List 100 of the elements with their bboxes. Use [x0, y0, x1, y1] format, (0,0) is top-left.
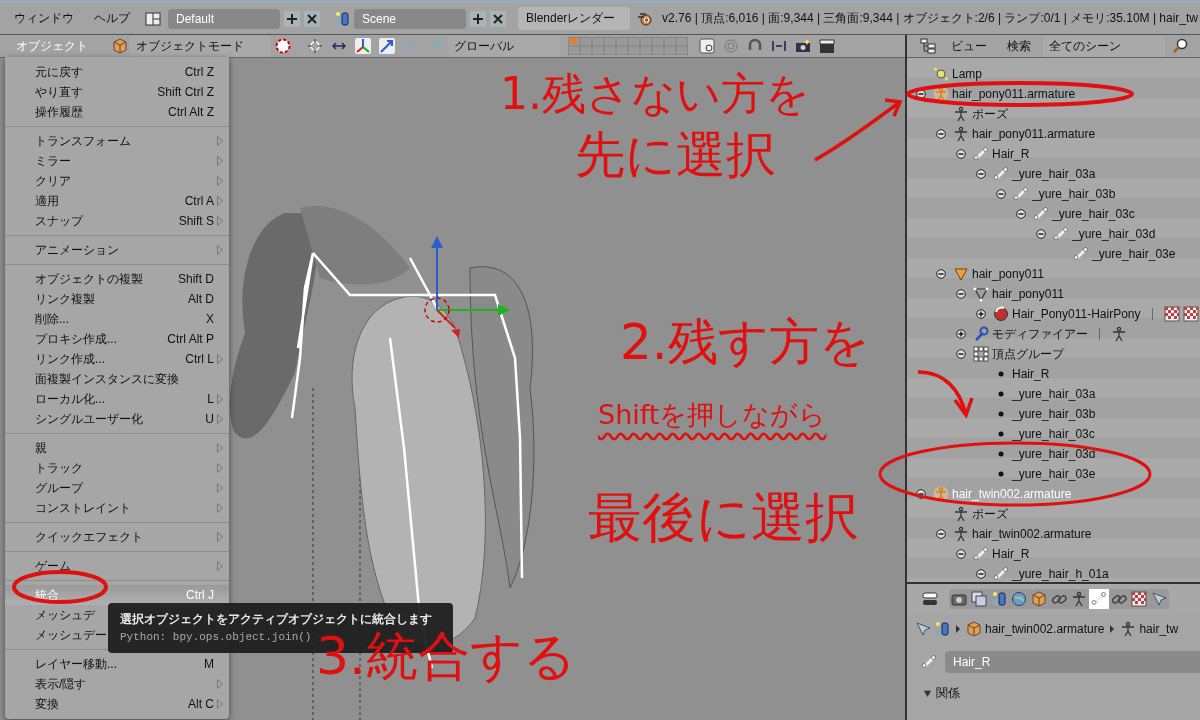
expand-icon[interactable] — [956, 329, 966, 339]
outliner-item[interactable]: Lamp — [952, 67, 983, 81]
menu-item[interactable]: レイヤー移動... M — [5, 654, 229, 674]
orientation-dropdown[interactable]: グローバル — [448, 35, 560, 57]
menu-item[interactable]: 操作履歴 Ctrl Alt Z — [5, 102, 229, 122]
collapse-icon[interactable] — [1016, 209, 1026, 219]
outliner-item[interactable]: _yure_hair_03c — [1012, 427, 1095, 441]
collapse-icon[interactable] — [976, 569, 986, 579]
menu-item[interactable]: オブジェクトの複製 Shift D — [5, 269, 229, 289]
menu-item[interactable]: 面複製インスタンスに変換 — [5, 369, 229, 389]
display-mode-dropdown[interactable]: 全てのシーン — [1043, 35, 1165, 57]
collapse-icon[interactable] — [916, 489, 926, 499]
menu-item[interactable]: 親 — [5, 438, 229, 458]
menu-item[interactable]: トランスフォーム — [5, 131, 229, 151]
menu-item[interactable]: ローカル化... L — [5, 389, 229, 409]
menu-item[interactable]: アニメーション — [5, 240, 229, 260]
menu-item[interactable]: グループ — [5, 478, 229, 498]
menu-item[interactable]: クリア — [5, 171, 229, 191]
collapse-icon[interactable] — [916, 89, 926, 99]
menu-item[interactable]: 検索 — [999, 37, 1039, 55]
outliner-item[interactable]: _yure_hair_03d — [1072, 227, 1156, 241]
collapse-icon[interactable] — [936, 529, 946, 539]
layout-field[interactable]: Default — [168, 8, 280, 29]
search-icon[interactable] — [1172, 38, 1188, 54]
menu-item[interactable]: シングルユーザー化 U — [5, 409, 229, 429]
outliner-item[interactable]: hair_pony011 — [972, 267, 1044, 281]
menu-item[interactable]: 変換 Alt C — [5, 694, 229, 714]
menu-item[interactable]: スナップ Shift S — [5, 211, 229, 231]
collapse-icon[interactable] — [976, 169, 986, 179]
outliner-item[interactable]: ポーズ — [972, 505, 1008, 523]
outliner-item[interactable]: _yure_hair_03b — [1012, 407, 1096, 421]
arrow-icon[interactable] — [379, 38, 395, 54]
collapse-icon[interactable] — [956, 349, 966, 359]
collapse-icon[interactable] — [936, 129, 946, 139]
menu-item[interactable]: ウィンドウ — [6, 10, 82, 27]
add-icon[interactable] — [284, 10, 300, 27]
outliner-editor-icon[interactable] — [920, 38, 936, 54]
outliner-item[interactable]: hair_twin002.armature — [972, 527, 1092, 541]
outliner-item[interactable]: Hair_R — [992, 547, 1030, 561]
material-icon — [993, 306, 1009, 322]
menu-item[interactable]: クイックエフェクト — [5, 527, 229, 547]
outliner-item[interactable]: _yure_hair_03a — [1012, 387, 1096, 401]
scene-field[interactable]: Scene — [354, 8, 466, 29]
properties-tab[interactable] — [969, 589, 989, 609]
clapboard-icon[interactable] — [819, 38, 835, 54]
menu-item[interactable]: ミラー — [5, 151, 229, 171]
close-icon[interactable] — [490, 10, 506, 27]
layout-icon[interactable] — [145, 10, 161, 27]
editor-type-icon[interactable] — [922, 591, 938, 607]
menu-item[interactable]: 表示/隠す — [5, 674, 229, 694]
render-icon[interactable] — [795, 38, 811, 54]
outliner-item[interactable]: 頂点グループ — [992, 345, 1064, 363]
menu-item[interactable]: ビュー — [943, 37, 995, 55]
outliner-item[interactable]: Hair_R — [1012, 367, 1050, 381]
outliner-item[interactable]: Hair_Pony011-HairPony — [1012, 307, 1141, 321]
collapse-icon[interactable] — [956, 549, 966, 559]
outliner-item[interactable]: _yure_hair_03e — [1092, 247, 1176, 261]
collapse-icon[interactable] — [956, 289, 966, 299]
collapse-triangle-icon[interactable] — [923, 688, 932, 698]
outliner-item[interactable]: hair_pony011.armature — [952, 87, 1076, 101]
outliner-item[interactable]: _yure_hair_03e — [1012, 467, 1096, 481]
menu-item[interactable]: ヘルプ — [86, 10, 138, 27]
lock-camera-icon[interactable] — [699, 38, 715, 54]
collapse-icon[interactable] — [1036, 229, 1046, 239]
snap-icon[interactable] — [771, 38, 787, 54]
menu-item[interactable]: リンク作成... Ctrl L — [5, 349, 229, 369]
outliner-item[interactable]: hair_pony011.armature — [972, 127, 1096, 141]
collapse-icon[interactable] — [956, 149, 966, 159]
menu-item[interactable]: プロキシ作成... Ctrl Alt P — [5, 329, 229, 349]
collapse-icon[interactable] — [996, 189, 1006, 199]
menu-item[interactable]: ゲーム — [5, 556, 229, 576]
mode-dropdown[interactable]: オブジェクトモード — [130, 35, 270, 57]
outliner-item[interactable]: ポーズ — [972, 105, 1008, 123]
collapse-icon[interactable] — [936, 269, 946, 279]
menu-item[interactable]: 適用 Ctrl A — [5, 191, 229, 211]
properties-tab[interactable] — [1129, 589, 1149, 609]
outliner-item[interactable]: _yure_hair_03a — [1012, 167, 1096, 181]
renderer-dropdown[interactable]: Blenderレンダー — [518, 7, 630, 30]
menu-item[interactable]: 元に戻す Ctrl Z — [5, 62, 229, 82]
outliner-item[interactable]: モディファイアー — [992, 325, 1088, 343]
menu-item[interactable]: リンク複製 Alt D — [5, 289, 229, 309]
menu-item[interactable]: 削除... X — [5, 309, 229, 329]
outliner-item[interactable]: _yure_hair_03d — [1012, 447, 1096, 461]
expand-icon[interactable] — [976, 309, 986, 319]
menu-item[interactable]: コンストレイント — [5, 498, 229, 518]
pivot-icon[interactable] — [275, 38, 291, 54]
outliner-item[interactable]: Hair_R — [992, 147, 1030, 161]
outliner-item[interactable]: _yure_hair_03b — [1032, 187, 1116, 201]
outliner-item[interactable]: _yure_hair_h_01a — [1012, 567, 1109, 581]
menu-item[interactable]: やり直す Shift Ctrl Z — [5, 82, 229, 102]
target-icon[interactable] — [307, 38, 323, 54]
panel-title[interactable]: 関係 — [936, 684, 960, 702]
close-icon[interactable] — [304, 10, 320, 27]
outliner-item[interactable]: hair_pony011 — [992, 287, 1064, 301]
menu-item[interactable]: トラック — [5, 458, 229, 478]
outliner-item[interactable]: _yure_hair_03c — [1052, 207, 1135, 221]
translate-axes-icon[interactable] — [355, 38, 371, 54]
add-icon[interactable] — [470, 10, 486, 27]
bone-icon — [1013, 186, 1029, 202]
properties-tab[interactable] — [1009, 589, 1029, 609]
